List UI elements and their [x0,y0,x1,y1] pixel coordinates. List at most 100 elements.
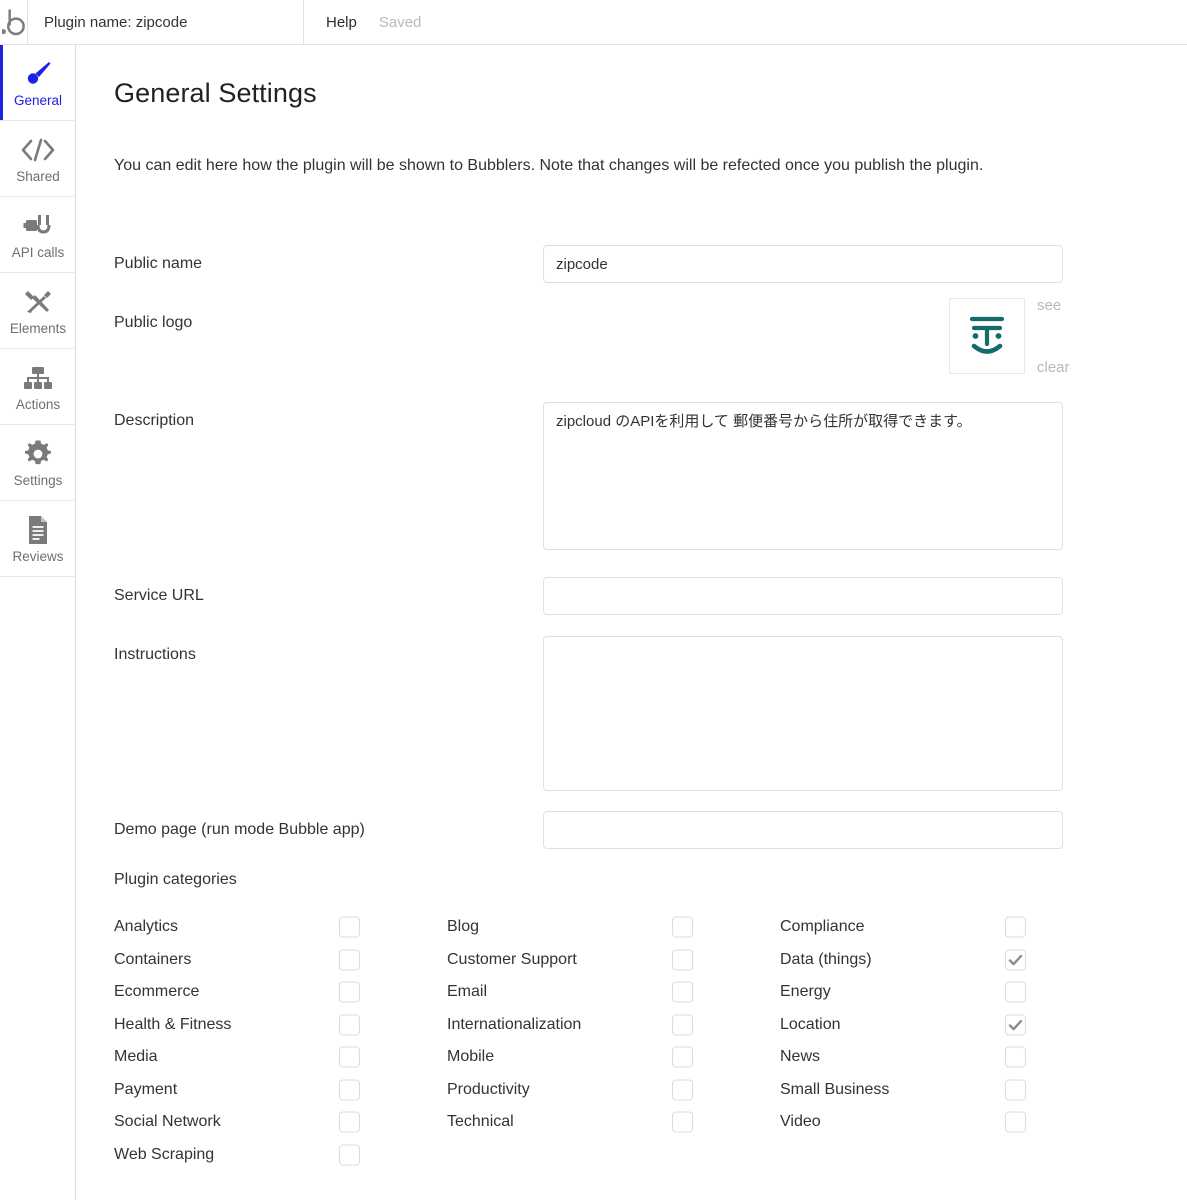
top-bar-actions: Help Saved [304,0,421,44]
plugin-name-text: Plugin name: zipcode [44,13,188,31]
category-label: Containers [114,950,192,968]
category-label: Customer Support [447,950,577,968]
category-checkbox[interactable] [339,1046,360,1068]
sidebar-item-elements[interactable]: Elements [0,273,76,349]
public-logo-preview[interactable] [949,298,1025,374]
instructions-label: Instructions [114,646,196,663]
description-textarea[interactable] [543,402,1063,550]
category-checkbox[interactable] [672,1079,693,1101]
category-label: Social Network [114,1113,221,1131]
category-row: Analytics [114,911,447,944]
plug-icon [23,209,53,243]
sidebar-item-label: Settings [13,472,63,488]
category-row: Containers [114,944,447,977]
category-label: Media [114,1048,158,1066]
sidebar-item-label: Elements [9,320,67,336]
category-row: Small Business [780,1074,1113,1107]
plugin-name-display[interactable]: Plugin name: zipcode [28,0,304,44]
category-label: Web Scraping [114,1145,215,1163]
public-name-input[interactable] [543,245,1063,283]
category-row: Media [114,1041,447,1074]
category-row: Payment [114,1074,447,1107]
public-logo-clear-link[interactable]: clear [1037,359,1070,376]
service-url-label: Service URL [114,587,204,604]
category-row: Ecommerce [114,976,447,1009]
sidebar-item-label: General [13,92,63,108]
category-checkbox[interactable] [672,1111,693,1133]
sidebar-item-api-calls[interactable]: API calls [0,197,76,273]
category-checkbox[interactable] [672,981,693,1003]
category-checkbox[interactable] [339,1014,360,1036]
sidebar: General Shared API calls Elements Action… [0,45,76,1200]
sidebar-item-actions[interactable]: Actions [0,349,76,425]
category-row: Customer Support [447,944,780,977]
demo-page-input[interactable] [543,811,1063,849]
sidebar-item-label: Reviews [12,548,64,564]
category-row: News [780,1041,1113,1074]
category-row: Data (things) [780,944,1113,977]
category-row: Technical [447,1106,780,1139]
category-checkbox[interactable] [339,949,360,971]
description-label: Description [114,412,195,429]
paintbrush-icon [23,57,53,91]
category-checkbox[interactable] [339,1079,360,1101]
category-row: Compliance [780,911,1113,944]
category-checkbox[interactable] [1005,916,1026,938]
tools-icon [23,285,53,319]
category-checkbox[interactable] [1005,1014,1026,1036]
bubble-b-logo[interactable] [0,0,28,44]
sidebar-item-reviews[interactable]: Reviews [0,501,76,577]
sidebar-item-general[interactable]: General [0,45,76,121]
category-checkbox[interactable] [672,949,693,971]
plugin-categories-grid: Analytics Blog Compliance Containers Custome… [114,911,1124,1171]
category-label: Email [447,983,488,1001]
category-label: Small Business [780,1080,890,1098]
page-title: General Settings [114,78,317,108]
category-checkbox[interactable] [672,1014,693,1036]
category-label: Analytics [114,918,179,936]
category-row: Internationalization [447,1009,780,1042]
sidebar-item-settings[interactable]: Settings [0,425,76,501]
instructions-textarea[interactable] [543,636,1063,791]
category-label: Payment [114,1080,178,1098]
top-bar: Plugin name: zipcode Help Saved [0,0,1187,45]
category-checkbox[interactable] [1005,1111,1026,1133]
category-row-empty [780,1139,1113,1172]
category-label: Ecommerce [114,983,200,1001]
category-label: News [780,1048,821,1066]
public-logo-label: Public logo [114,314,193,331]
public-name-label: Public name [114,255,203,272]
category-label: Energy [780,983,831,1001]
help-link[interactable]: Help [326,14,357,31]
service-url-input[interactable] [543,577,1063,615]
category-checkbox[interactable] [1005,1046,1026,1068]
category-checkbox[interactable] [339,916,360,938]
sidebar-item-shared[interactable]: Shared [0,121,76,197]
public-logo-see-link[interactable]: see [1037,297,1061,314]
category-row: Productivity [447,1074,780,1107]
sidebar-item-label: API calls [11,244,65,260]
category-checkbox[interactable] [1005,949,1026,971]
category-label: Compliance [780,918,865,936]
category-row: Location [780,1009,1113,1042]
sidebar-item-label: Shared [16,168,60,184]
category-row: Web Scraping [114,1139,447,1172]
category-checkbox[interactable] [1005,1079,1026,1101]
category-checkbox[interactable] [1005,981,1026,1003]
demo-page-label: Demo page (run mode Bubble app) [114,821,365,838]
category-checkbox[interactable] [339,1144,360,1166]
page-description: You can edit here how the plugin will be… [114,157,984,174]
category-label: Data (things) [780,950,872,968]
category-checkbox[interactable] [339,1111,360,1133]
category-label: Location [780,1015,841,1033]
category-label: Internationalization [447,1015,582,1033]
category-checkbox[interactable] [672,916,693,938]
hierarchy-icon [22,361,54,395]
category-row: Energy [780,976,1113,1009]
category-checkbox[interactable] [339,981,360,1003]
category-row: Social Network [114,1106,447,1139]
category-label: Technical [447,1113,514,1131]
sidebar-item-label: Actions [15,396,61,412]
category-label: Mobile [447,1048,495,1066]
category-checkbox[interactable] [672,1046,693,1068]
